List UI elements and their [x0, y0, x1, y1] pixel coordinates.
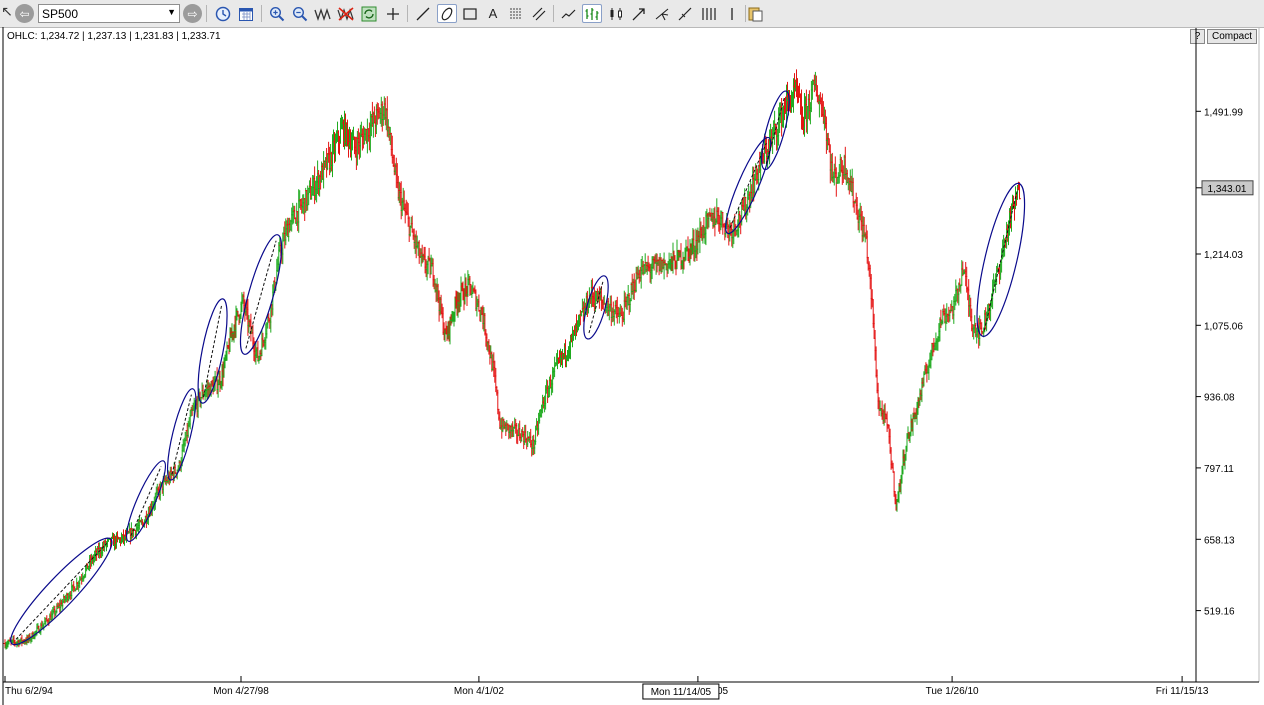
current-value-marker: 1,343.01	[1196, 180, 1254, 196]
y-tick-label: 1,491.99	[1204, 107, 1243, 118]
x-tick-label: Tue 1/26/10	[926, 686, 979, 697]
x-tick-label: Fri 11/15/13	[1156, 686, 1209, 697]
current-value-label: 1,343.01	[1208, 184, 1247, 195]
x-tick-label: Mon 4/27/98	[213, 686, 269, 697]
y-tick-label: 797.11	[1204, 464, 1234, 475]
y-tick-label: 1,075.06	[1204, 321, 1243, 332]
ellipse-midline	[983, 189, 1018, 331]
x-axis-ticks: Thu 6/2/94 Mon 4/27/98 Mon 4/1/02 Mon 11/14…	[4, 676, 1209, 697]
x-tick-label: Thu 6/2/94	[5, 686, 53, 697]
y-tick-label: 658.13	[1204, 535, 1235, 546]
ellipse-annotations	[10, 90, 1026, 646]
ellipse-midline	[15, 543, 108, 640]
y-tick-label: 1,214.03	[1204, 250, 1243, 261]
y-tick-label: 519.16	[1204, 607, 1235, 618]
crosshair-date-marker: Mon 11/14/05	[642, 683, 720, 700]
price-chart[interactable]: 1,491.99 1,214.03 1,075.06 936.08 797.11 658.…	[0, 0, 1264, 705]
crosshair-date-label: Mon 11/14/05	[651, 687, 712, 698]
x-tick-label: Mon 4/1/02	[454, 686, 504, 697]
price-bars	[3, 69, 1021, 650]
y-tick-label: 936.08	[1204, 393, 1235, 404]
